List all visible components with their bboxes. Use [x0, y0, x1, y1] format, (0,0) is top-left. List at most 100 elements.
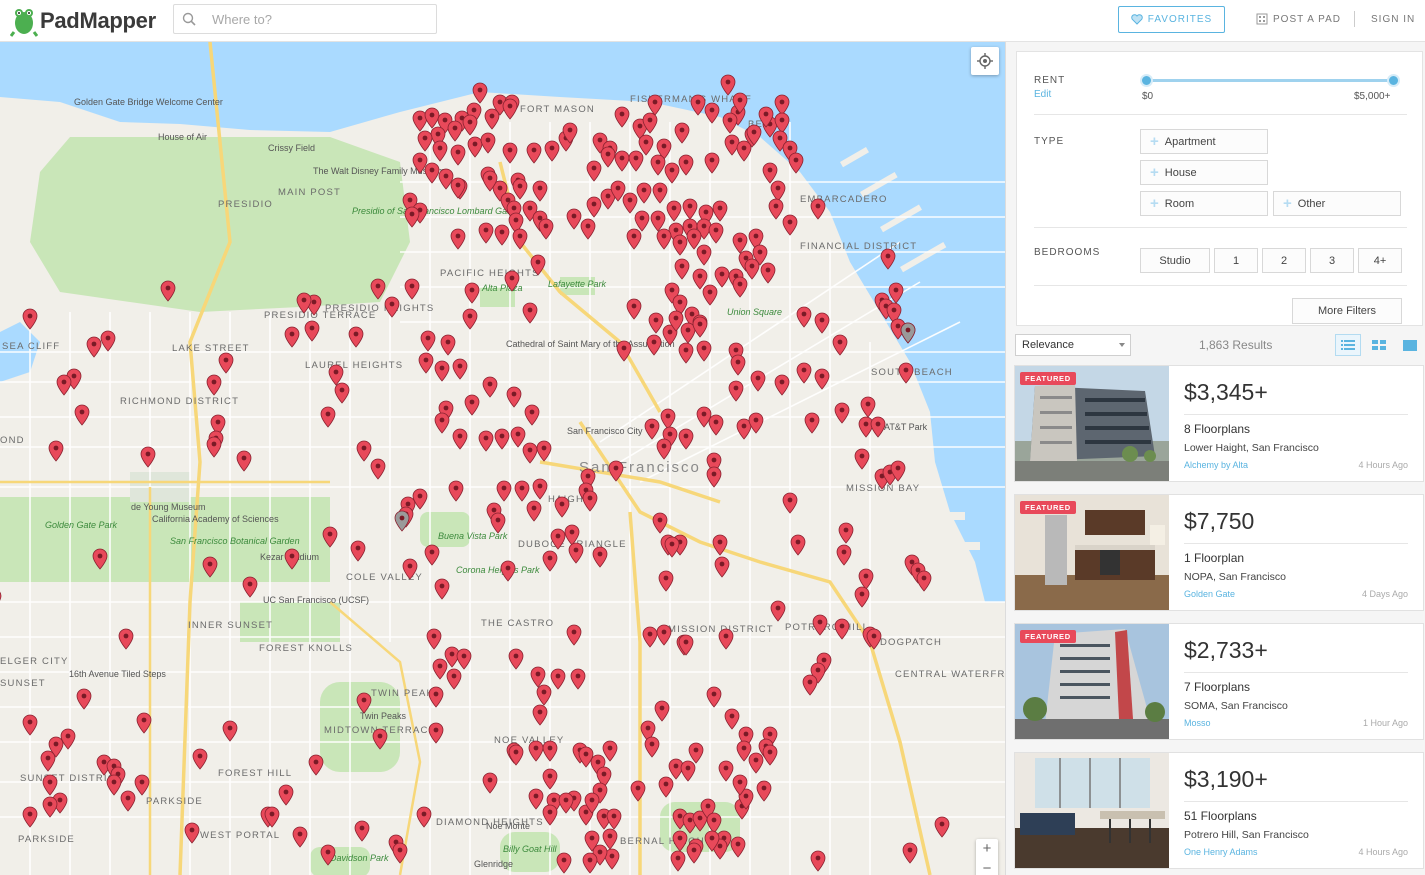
listing-pin-marker[interactable] — [838, 522, 854, 544]
listing-pin-marker[interactable] — [530, 254, 546, 276]
listing-pin-marker[interactable] — [348, 326, 364, 348]
grid-view-button[interactable] — [1366, 334, 1392, 356]
listing-pin-marker[interactable] — [542, 768, 558, 790]
listing-pin-marker[interactable] — [592, 546, 608, 568]
listing-pin-marker[interactable] — [880, 248, 896, 270]
listing-photo[interactable]: FEATURED — [1015, 495, 1169, 610]
listing-pin-marker[interactable] — [420, 330, 436, 352]
listing-pin-marker[interactable] — [500, 560, 516, 582]
listing-pin-marker[interactable] — [782, 492, 798, 514]
listing-pin-marker[interactable] — [728, 380, 744, 402]
listing-pin-marker[interactable] — [866, 628, 882, 650]
listing-pin-marker[interactable] — [184, 822, 200, 844]
listing-pin-marker[interactable] — [580, 218, 596, 240]
listing-pin-marker[interactable] — [832, 334, 848, 356]
listing-pin-marker[interactable] — [160, 280, 176, 302]
listing-pin-marker[interactable] — [770, 600, 786, 622]
listing-pin-marker[interactable] — [706, 686, 722, 708]
listing-pin-marker[interactable] — [370, 458, 386, 480]
listing-pin-marker[interactable] — [404, 278, 420, 300]
listing-pin-marker[interactable] — [308, 754, 324, 776]
list-view-button[interactable] — [1335, 334, 1361, 356]
listing-pin-marker[interactable] — [106, 774, 122, 796]
listing-pin-marker[interactable] — [56, 374, 72, 396]
listing-pin-marker[interactable] — [566, 624, 582, 646]
listing-pin-marker[interactable] — [218, 352, 234, 374]
listing-pin-marker[interactable] — [496, 480, 512, 502]
listing-pin-marker[interactable] — [536, 684, 552, 706]
listing-pin-marker[interactable] — [506, 386, 522, 408]
listing-pin-marker[interactable] — [206, 436, 222, 458]
listing-pin-marker[interactable] — [686, 842, 702, 864]
listing-pin-marker[interactable] — [424, 544, 440, 566]
listing-card[interactable]: FEATURED $7,750 1 Floorplan NOPA, San Fr… — [1014, 494, 1424, 611]
listing-pin-marker[interactable] — [446, 668, 462, 690]
listing-pin-marker[interactable] — [614, 106, 630, 128]
post-a-pad-link[interactable]: POST A PAD — [1256, 13, 1341, 25]
listing-pin-marker[interactable] — [0, 588, 2, 610]
listing-pin-marker[interactable] — [664, 536, 680, 558]
listing-pin-marker[interactable] — [704, 102, 720, 124]
listing-pin-marker[interactable] — [656, 228, 672, 250]
listing-card[interactable]: FEATURED $3,345+ 8 Floorplans Lower Haig… — [1014, 365, 1424, 482]
listing-pin-marker[interactable] — [292, 826, 308, 848]
search-box[interactable] — [173, 4, 437, 34]
listing-pin-marker[interactable] — [92, 548, 108, 570]
listing-pin-marker[interactable] — [682, 198, 698, 220]
listing-pin-marker[interactable] — [810, 850, 826, 872]
listing-pin-marker[interactable] — [902, 842, 918, 864]
listing-pin-marker[interactable] — [512, 178, 528, 200]
listing-pin-marker[interactable] — [758, 106, 774, 128]
bedrooms-1-button[interactable]: 1 — [1214, 248, 1258, 273]
listing-pin-marker[interactable] — [532, 704, 548, 726]
rent-slider-track[interactable] — [1146, 79, 1394, 82]
listing-pin-marker[interactable] — [644, 418, 660, 440]
rent-slider-min-handle[interactable] — [1140, 74, 1153, 87]
listing-pin-marker[interactable] — [712, 534, 728, 556]
listing-pin-marker[interactable] — [760, 262, 776, 284]
listing-pin-marker[interactable] — [704, 152, 720, 174]
listing-pin-marker[interactable] — [678, 428, 694, 450]
listing-pin-marker[interactable] — [774, 374, 790, 396]
listing-pin-marker[interactable] — [558, 792, 574, 814]
listing-pin-marker[interactable] — [504, 270, 520, 292]
listing-pin-marker[interactable] — [242, 576, 258, 598]
listing-pin-marker[interactable] — [870, 416, 886, 438]
listing-pin-marker[interactable] — [674, 122, 690, 144]
listing-pin-marker[interactable] — [812, 614, 828, 636]
listing-pin-marker[interactable] — [532, 180, 548, 202]
listing-pin-marker[interactable] — [490, 512, 506, 534]
listing-pin-marker[interactable] — [134, 774, 150, 796]
listing-agent-link[interactable]: One Henry Adams — [1184, 847, 1258, 857]
listing-pin-marker[interactable] — [418, 352, 434, 374]
listing-pin-marker[interactable] — [658, 570, 674, 592]
listing-pin-marker[interactable] — [732, 774, 748, 796]
listing-pin-marker[interactable] — [320, 844, 336, 866]
type-other-button[interactable]: + Other — [1273, 191, 1401, 216]
listing-pin-marker[interactable] — [582, 490, 598, 512]
listing-pin-marker[interactable] — [206, 374, 222, 396]
listing-pin-marker[interactable] — [514, 480, 530, 502]
listing-card[interactable]: FEATURED $2,733+ 7 Floorplans SOMA, San … — [1014, 623, 1424, 740]
listing-pin-marker[interactable] — [730, 354, 746, 376]
listing-pin-marker[interactable] — [192, 748, 208, 770]
listing-pin-marker[interactable] — [696, 340, 712, 362]
listing-pin-marker[interactable] — [782, 214, 798, 236]
listing-pin-marker[interactable] — [494, 224, 510, 246]
listing-pin-marker[interactable] — [502, 98, 518, 120]
listing-pin-marker[interactable] — [482, 772, 498, 794]
listing-pin-marker[interactable] — [22, 308, 38, 330]
listing-pin-marker[interactable] — [42, 796, 58, 818]
listing-pin-marker[interactable] — [678, 634, 694, 656]
listing-pin-marker[interactable] — [522, 302, 538, 324]
bedrooms-2-button[interactable]: 2 — [1262, 248, 1306, 273]
listing-pin-marker[interactable] — [670, 850, 686, 872]
listing-pin-marker[interactable] — [526, 142, 542, 164]
listing-pin-marker[interactable] — [810, 198, 826, 220]
listing-pin-marker[interactable] — [636, 182, 652, 204]
listing-pin-marker[interactable] — [480, 132, 496, 154]
listing-pin-marker[interactable] — [482, 376, 498, 398]
listing-pin-marker[interactable] — [528, 740, 544, 762]
listing-pin-marker[interactable] — [704, 830, 720, 852]
listing-pin-marker[interactable] — [452, 358, 468, 380]
